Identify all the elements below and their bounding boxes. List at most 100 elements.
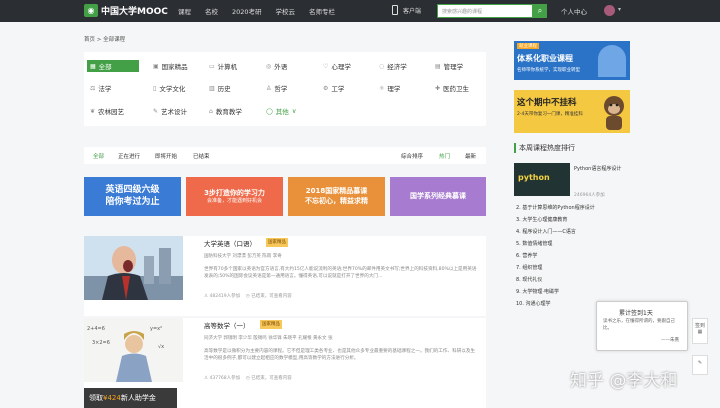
category-economics[interactable]: ◌ 经济学 <box>376 60 428 72</box>
ranking-item[interactable]: 9. 大学物理·电磁学 <box>516 288 559 295</box>
palette-icon: ✎ <box>153 107 159 115</box>
nav-teachers[interactable]: 名师专栏 <box>309 6 335 16</box>
ranking-item[interactable]: 3. 大学生心理健康教育 <box>516 216 567 223</box>
edu-icon: ⌂ <box>209 107 213 115</box>
edit-icon: ✎ <box>697 360 703 366</box>
nav-kaoyan[interactable]: 2020考研 <box>232 6 262 16</box>
category-history[interactable]: ▥ 历史 <box>206 82 258 94</box>
category-education[interactable]: ⌂ 教育教学 <box>206 105 258 117</box>
category-agriculture[interactable]: ❦ 农林园艺 <box>87 105 139 117</box>
national-badge: 国家精品 <box>260 320 282 329</box>
more-icon: ◯ <box>266 107 273 115</box>
course-filter-bar: 全部 正在进行 即将开始 已结束 综合排序 热门 最新 <box>84 147 486 164</box>
ad-title: 这个期中不挂科 <box>517 98 577 108</box>
svg-text:y=x²: y=x² <box>150 326 162 332</box>
filter-ended[interactable]: 已结束 <box>193 152 210 160</box>
category-engineering[interactable]: ⚙ 工学 <box>320 82 372 94</box>
globe-icon: ◎ <box>266 62 272 70</box>
user-icon: ♙ <box>204 376 209 381</box>
sort-newest[interactable]: 最新 <box>465 152 476 160</box>
category-management[interactable]: ▤ 管理学 <box>432 60 484 72</box>
category-law[interactable]: ⚖ 法学 <box>87 82 139 94</box>
ad-career-course[interactable]: 就业课程 体系化职业课程 名师带你系统学，实现职业转型 <box>514 41 630 80</box>
ranking-item[interactable]: 2. 基于计算思维的Python程序设计 <box>516 204 595 211</box>
ranking-item[interactable]: 4. 程序设计入门——C语言 <box>516 228 576 235</box>
course-description: 世界有70多个国家以英语为官方语言,有大约15亿人能说流利的英语;世界70%的邮… <box>204 267 477 280</box>
avatar[interactable] <box>604 5 615 16</box>
course-title[interactable]: 高等数学（一） <box>204 320 250 330</box>
banner-learning[interactable]: 3步打造你的学习力 会准备，才能遇到好机会 <box>186 177 283 216</box>
book-icon: ▯ <box>153 84 157 92</box>
app-download-link[interactable]: 客户端 <box>392 5 421 15</box>
ranking-top-title[interactable]: Python语言程序设计 <box>574 165 630 172</box>
calendar-icon: ▦ <box>697 329 703 335</box>
ranking-item[interactable]: 8. 现代礼仪 <box>516 276 542 283</box>
python-course-thumbnail[interactable]: python <box>514 163 570 196</box>
category-psychology[interactable]: ♡ 心理学 <box>320 60 372 72</box>
category-all[interactable]: ▦ 全部 <box>87 60 139 72</box>
course-card[interactable]: 大学英语（口语） 国家精品 国防科技大学 刘漂漂 彭万英 陈雨 李奇 世界有70… <box>84 236 486 316</box>
main-nav: 课程 名校 2020考研 学校云 名师专栏 <box>178 0 349 22</box>
search-button[interactable]: ⌕ <box>533 4 547 18</box>
category-cs[interactable]: ▭ 计算机 <box>206 60 258 72</box>
course-stats: ♙ 437768人参加 ◷ 已结束，可查看内容 <box>204 376 292 381</box>
ranking-item[interactable]: 5. 数值情绪管理 <box>516 240 552 247</box>
sort-hot[interactable]: 热门 <box>439 152 450 160</box>
nav-school-cloud[interactable]: 学校云 <box>276 6 296 16</box>
leaf-icon: ❦ <box>90 107 96 115</box>
side-feedback-button[interactable]: ✎ <box>692 355 708 375</box>
course-thumbnail <box>84 236 183 300</box>
course-school-teachers: 国防科技大学 刘漂漂 彭万英 陈雨 李奇 <box>204 254 282 259</box>
svg-text:√x: √x <box>158 344 164 350</box>
ad-exam-review[interactable]: 这个期中不挂科 2-4天带你复习一门课，精准挂科 <box>514 90 630 133</box>
category-philosophy[interactable]: ♙ 哲学 <box>263 82 315 94</box>
ranking-item[interactable]: 7. 组织管理 <box>516 264 542 271</box>
ranking-item[interactable]: 10. 沟通心理学 <box>516 300 551 307</box>
filter-all[interactable]: 全部 <box>93 152 104 160</box>
gear-icon: ⚙ <box>323 84 329 92</box>
badge-icon: ▣ <box>153 62 159 70</box>
course-thumbnail: 2+4=6 3×2=6 y=x² √x <box>84 318 183 382</box>
mooc-logo[interactable]: ◉ 中国大学MOOC <box>84 4 168 17</box>
grid-icon: ▦ <box>90 62 96 70</box>
breadcrumb: 首页 > 全部课程 <box>84 37 126 43</box>
banner-cet[interactable]: 英语四级六级 陪你考过为止 <box>84 177 181 216</box>
banner-guoxue[interactable]: 国学系列经典慕课 <box>390 177 486 216</box>
course-title[interactable]: 大学英语（口语） <box>204 238 256 248</box>
atom-icon: ⚛ <box>379 84 385 92</box>
category-art[interactable]: ✎ 艺术设计 <box>150 105 202 117</box>
sort-comprehensive[interactable]: 综合排序 <box>401 152 423 160</box>
chevron-down-icon[interactable]: ▾ <box>618 6 621 13</box>
filter-ongoing[interactable]: 正在进行 <box>118 152 140 160</box>
chart-icon: ▤ <box>435 62 441 70</box>
scale-icon: ⚖ <box>90 84 96 92</box>
category-medicine[interactable]: ✚ 医药卫生 <box>432 82 484 94</box>
svg-text:2+4=6: 2+4=6 <box>87 326 105 332</box>
course-stats: ♙ 482419人参加 ◷ 已结束，可查看内容 <box>204 294 292 299</box>
side-sign-in-button[interactable]: 签到 ▦ <box>692 318 708 344</box>
newcomer-scholarship-banner[interactable]: 领取¥424新人助学金 <box>84 388 177 408</box>
category-science[interactable]: ⚛ 理学 <box>376 82 428 94</box>
user-center-link[interactable]: 个人中心 <box>561 6 587 16</box>
category-language[interactable]: ◎ 外语 <box>263 60 315 72</box>
heart-icon: ♡ <box>323 62 329 70</box>
category-other[interactable]: ◯ 其他 ∨ <box>263 105 315 117</box>
nav-courses[interactable]: 课程 <box>178 6 191 16</box>
ad-subtitle: 名师带你系统学，实现职业转型 <box>517 68 580 73</box>
search-icon: ⌕ <box>537 6 543 15</box>
category-national[interactable]: ▣ 国家精品 <box>150 60 202 72</box>
category-literature[interactable]: ▯ 文学文化 <box>150 82 202 94</box>
search-input[interactable]: 搜索感兴趣的课程 <box>437 4 533 18</box>
course-description: 高等数学是以微积分为主要内容的课程。它不但是理工类各专业、也是其他众多专业最重要… <box>204 349 476 362</box>
nav-schools[interactable]: 名校 <box>205 6 218 16</box>
clock-icon: ◷ <box>245 294 250 299</box>
category-panel: ▦ 全部 ▣ 国家精品 ▭ 计算机 ◎ 外语 ♡ 心理学 ◌ 经济学 ▤ 管理学 ⚖ 法学 ▯ 文… <box>84 52 486 126</box>
monkey-illustration <box>604 96 624 130</box>
sign-in-popup: 累计签到1天 读书之乐，在懂得所谓的，要跟自己比。 ——朱熹 <box>596 301 688 351</box>
ranking-item[interactable]: 6. 营养学 <box>516 252 537 259</box>
ad-title: 体系化职业课程 <box>517 54 573 63</box>
filter-upcoming[interactable]: 即将开始 <box>155 152 177 160</box>
lamp-icon: ♙ <box>266 84 272 92</box>
banner-national[interactable]: 2018国家精品慕课 不忘初心，精益求精 <box>288 177 385 216</box>
chevron-down-icon: ∨ <box>291 107 297 115</box>
